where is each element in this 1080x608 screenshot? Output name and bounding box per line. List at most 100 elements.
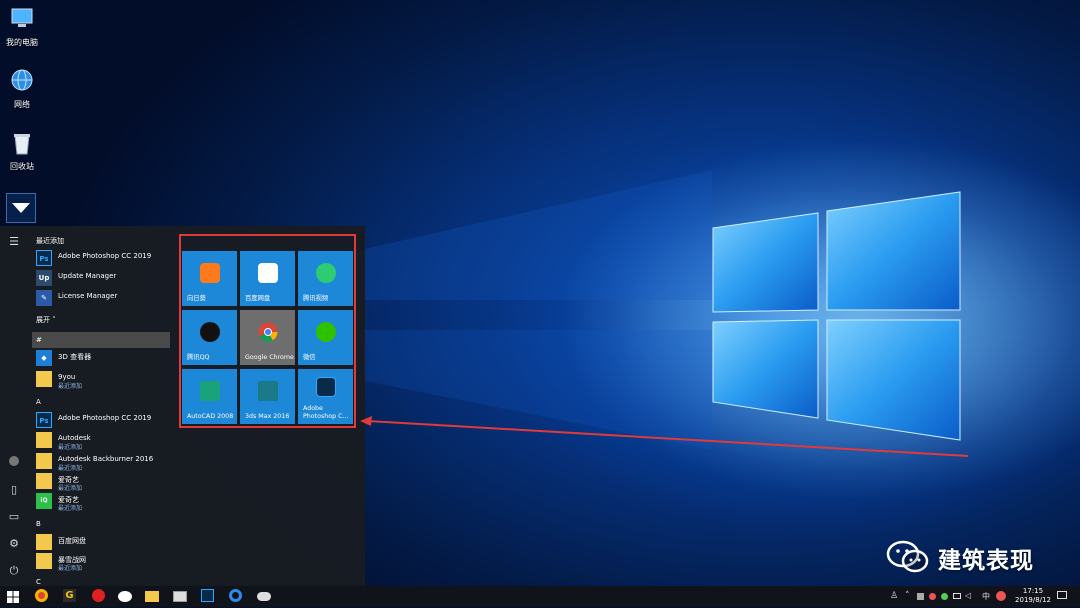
- taskbar-edge[interactable]: [229, 589, 245, 604]
- letter-header-b[interactable]: B: [36, 520, 41, 528]
- list-item[interactable]: Autodesk Backburner 2016 最近添加: [36, 453, 173, 472]
- taskbar-wechat[interactable]: [118, 589, 134, 604]
- chevron-down-icon[interactable]: ˅: [173, 374, 174, 382]
- list-item[interactable]: iQ 爱奇艺 最近添加: [36, 493, 173, 512]
- tray-icons: ˄ ◁: [905, 591, 985, 601]
- tray-ime[interactable]: 中: [982, 591, 990, 602]
- watermark: 建筑表现: [886, 537, 1046, 577]
- power-icon[interactable]: ⏻: [6, 563, 22, 579]
- tray-battery-icon[interactable]: [953, 593, 961, 599]
- list-item[interactable]: 暴雪战网 最近添加 ˅: [36, 553, 174, 572]
- app-name: Adobe Photoshop CC 2019: [58, 414, 152, 422]
- desktop-icon-arrow[interactable]: [6, 193, 36, 223]
- list-item[interactable]: Ps Adobe Photoshop CC 2019: [36, 250, 173, 268]
- photoshop-icon: Ps: [36, 250, 52, 266]
- list-item[interactable]: 百度网盘 ˅: [36, 534, 173, 552]
- wechat-icon: [316, 322, 336, 342]
- tray-app-icon[interactable]: [929, 593, 936, 600]
- tile-3dsmax[interactable]: 3ds Max 2016: [240, 369, 295, 424]
- desktop-icon-label: 网络: [14, 100, 30, 109]
- folder-icon: [36, 534, 52, 550]
- tray-app-icon[interactable]: [941, 593, 948, 600]
- desktop-icon-network[interactable]: 网络: [4, 68, 40, 110]
- tile-label: 腾讯QQ: [187, 354, 210, 361]
- computer-icon: [11, 8, 33, 27]
- tile-google-chrome[interactable]: Google Chrome: [240, 310, 295, 365]
- list-item[interactable]: ◆ 3D 查看器: [36, 350, 173, 368]
- app-list: 最近添加 Ps Adobe Photoshop CC 2019 Up Updat…: [28, 226, 173, 586]
- list-item[interactable]: 9you 最近添加 ˅: [36, 371, 174, 390]
- list-item[interactable]: ✎ License Manager: [36, 290, 173, 308]
- tile-autocad[interactable]: AutoCAD 2008: [182, 369, 237, 424]
- car-app-icon: [257, 592, 271, 601]
- folder-icon: [36, 473, 52, 489]
- letter-header-hash[interactable]: #: [32, 332, 170, 348]
- tray-chevron-up-icon[interactable]: ˄: [905, 591, 910, 601]
- notification-icon[interactable]: [1057, 591, 1067, 599]
- wechat-icon: [118, 591, 132, 602]
- taskbar-chrome[interactable]: [35, 589, 51, 604]
- folder-icon: [36, 432, 52, 448]
- qq-icon: [200, 322, 220, 342]
- chevron-down-icon[interactable]: ˅: [173, 556, 174, 564]
- tile-baidu-netdisk[interactable]: 百度网盘: [240, 251, 295, 306]
- taskbar-photos[interactable]: [173, 589, 189, 604]
- tray-volume-icon[interactable]: ◁: [965, 591, 971, 600]
- app-name: Autodesk Backburner 2016: [58, 455, 154, 463]
- folder-icon: [145, 591, 159, 602]
- tile-label: 3ds Max 2016: [245, 413, 290, 420]
- folder-icon: [36, 371, 52, 387]
- user-avatar[interactable]: [6, 455, 22, 471]
- app-name: 3D 查看器: [58, 353, 92, 361]
- tile-sunflower[interactable]: 向日葵: [182, 251, 237, 306]
- clock-date: 2019/8/12: [1015, 596, 1051, 604]
- app-name: 9you: [58, 373, 76, 381]
- desktop-icon-recycle-bin[interactable]: 回收站: [4, 130, 40, 172]
- letter-header-c[interactable]: C: [36, 578, 41, 586]
- taskbar-photoshop[interactable]: [201, 589, 217, 604]
- tile-label: Google Chrome: [245, 354, 294, 361]
- hamburger-menu-icon[interactable]: ☰: [6, 234, 22, 250]
- desktop-icon-computer[interactable]: 我的电脑: [4, 6, 40, 48]
- taskbar-netease-music[interactable]: [92, 589, 108, 604]
- chevron-down-icon[interactable]: ˅: [173, 476, 174, 484]
- tray-person-icon[interactable]: ♙: [890, 591, 898, 601]
- tencent-video-icon: [316, 263, 336, 283]
- 3dsmax-icon: [258, 381, 278, 401]
- app-sub: 最近添加: [58, 485, 83, 492]
- windows-start-icon: [7, 591, 19, 603]
- chevron-down-icon[interactable]: ˅: [173, 537, 174, 545]
- app-sub: 最近添加: [58, 565, 83, 572]
- app-name: 百度网盘: [58, 537, 86, 545]
- list-item[interactable]: Ps Adobe Photoshop CC 2019: [36, 412, 173, 430]
- pictures-icon[interactable]: ▭: [6, 509, 22, 525]
- taskbar-app-g[interactable]: G: [63, 589, 79, 604]
- taskbar-file-explorer[interactable]: [145, 589, 161, 604]
- chevron-down-icon[interactable]: ˅: [173, 435, 174, 443]
- letter-header-a[interactable]: A: [36, 398, 41, 406]
- list-item[interactable]: Up Update Manager: [36, 270, 173, 288]
- start-button[interactable]: [6, 589, 22, 604]
- arrow-down-icon: [12, 203, 30, 213]
- taskbar: G ♙ ˄ ◁ 中 17:15 2019/8/12: [0, 586, 1080, 607]
- tile-label: 微信: [303, 354, 316, 361]
- tray-app-icon[interactable]: [917, 593, 924, 600]
- list-item[interactable]: Autodesk 最近添加 ˅: [36, 432, 174, 451]
- list-item[interactable]: 爱奇艺 最近添加 ˅: [36, 473, 174, 492]
- folder-icon: [36, 453, 52, 469]
- settings-gear-icon[interactable]: ⚙: [6, 536, 22, 552]
- desktop-icon-label: 我的电脑: [6, 38, 38, 47]
- tray-sogou-icon[interactable]: [996, 591, 1006, 601]
- app-name: Update Manager: [58, 272, 117, 280]
- expand-button[interactable]: 展开 ˅: [36, 315, 56, 325]
- recycle-bin-icon: [14, 134, 30, 155]
- taskbar-app-car[interactable]: [257, 589, 273, 604]
- tile-photoshop[interactable]: Adobe Photoshop C...: [298, 369, 353, 424]
- tray-clock[interactable]: 17:15 2019/8/12: [1015, 587, 1051, 605]
- tile-qq[interactable]: 腾讯QQ: [182, 310, 237, 365]
- documents-icon[interactable]: ▯: [6, 482, 22, 498]
- tile-wechat[interactable]: 微信: [298, 310, 353, 365]
- autocad-icon: [200, 381, 220, 401]
- license-icon: ✎: [36, 290, 52, 306]
- tile-tencent-video[interactable]: 腾讯视频: [298, 251, 353, 306]
